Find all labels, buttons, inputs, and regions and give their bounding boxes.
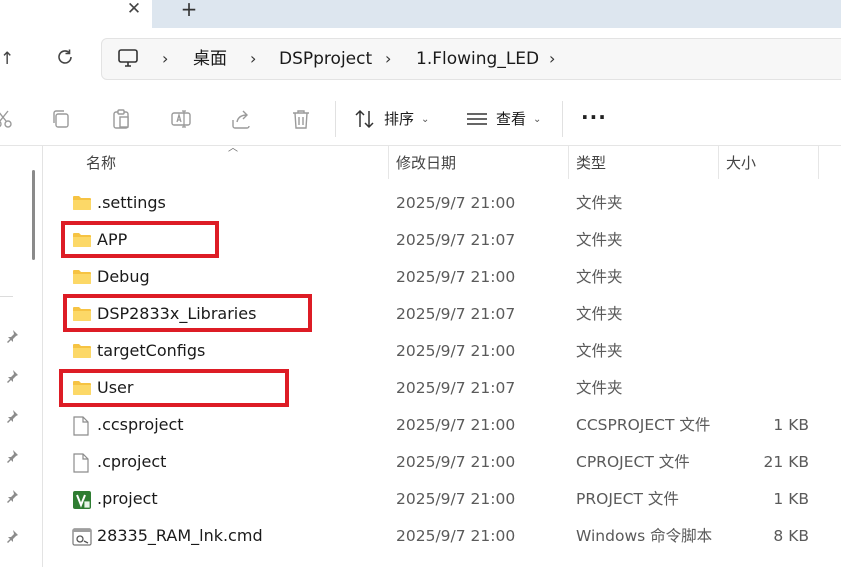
- file-modified: 2025/9/7 21:07: [396, 231, 516, 249]
- folder-icon: [72, 194, 92, 214]
- delete-icon[interactable]: [290, 108, 312, 130]
- eclipse-project-icon: [72, 490, 92, 510]
- file-modified: 2025/9/7 21:00: [396, 416, 516, 434]
- column-resize-handle[interactable]: [718, 146, 719, 179]
- share-icon[interactable]: [230, 108, 252, 130]
- file-type: Windows 命令脚本: [576, 527, 713, 545]
- file-row[interactable]: .settings 2025/9/7 21:00 文件夹: [44, 185, 841, 222]
- file-size: 1 KB: [773, 490, 809, 508]
- refresh-icon[interactable]: [54, 47, 76, 69]
- file-row[interactable]: Debug 2025/9/7 21:00 文件夹: [44, 259, 841, 296]
- file-modified: 2025/9/7 21:00: [396, 453, 516, 471]
- file-row[interactable]: .cproject 2025/9/7 21:00 CPROJECT 文件 21 …: [44, 444, 841, 481]
- view-icon[interactable]: [466, 108, 488, 130]
- file-type: 文件夹: [576, 342, 623, 360]
- column-header-size[interactable]: 大小: [726, 153, 756, 173]
- view-button[interactable]: 查看: [496, 109, 526, 129]
- file-name[interactable]: .project: [97, 489, 158, 509]
- file-name[interactable]: Debug: [97, 267, 150, 287]
- breadcrumb-flowing-led[interactable]: 1.Flowing_LED: [416, 48, 539, 70]
- highlight-box-libraries: [63, 294, 312, 332]
- file-modified: 2025/9/7 21:00: [396, 527, 516, 545]
- pin-icon[interactable]: [5, 528, 19, 543]
- cut-icon[interactable]: [0, 108, 14, 130]
- file-modified: 2025/9/7 21:00: [396, 268, 516, 286]
- file-modified: 2025/9/7 21:07: [396, 379, 516, 397]
- file-name[interactable]: targetConfigs: [97, 341, 205, 361]
- file-row[interactable]: .project 2025/9/7 21:00 PROJECT 文件 1 KB: [44, 481, 841, 518]
- tab-strip: ✕ +: [0, 0, 841, 28]
- command-separator: [562, 101, 563, 137]
- file-type: 文件夹: [576, 305, 623, 323]
- pin-icon[interactable]: [5, 328, 19, 343]
- folder-icon: [72, 268, 92, 288]
- sort-ascending-icon: ︿: [228, 143, 238, 154]
- divider: [0, 296, 13, 297]
- file-size: 1 KB: [773, 416, 809, 434]
- breadcrumb-desktop[interactable]: 桌面: [193, 48, 227, 70]
- column-header-type[interactable]: 类型: [576, 153, 606, 173]
- new-tab-button[interactable]: +: [178, 0, 200, 21]
- breadcrumb-chevron-icon[interactable]: ›: [250, 48, 256, 70]
- file-modified: 2025/9/7 21:07: [396, 305, 516, 323]
- pin-icon[interactable]: [5, 488, 19, 503]
- chevron-down-icon[interactable]: ⌄: [533, 110, 541, 130]
- file-row[interactable]: .ccsproject 2025/9/7 21:00 CCSPROJECT 文件…: [44, 407, 841, 444]
- file-name[interactable]: .cproject: [97, 452, 166, 472]
- pin-icon[interactable]: [5, 408, 19, 423]
- breadcrumb-chevron-icon[interactable]: ›: [549, 48, 555, 70]
- file-name[interactable]: .settings: [97, 193, 166, 213]
- file-type: 文件夹: [576, 231, 623, 249]
- chevron-down-icon[interactable]: ⌄: [421, 110, 429, 130]
- highlight-box-user: [59, 369, 289, 407]
- command-separator: [335, 101, 336, 137]
- sort-icon[interactable]: [354, 108, 376, 130]
- breadcrumb-dspproject[interactable]: DSPproject: [279, 48, 372, 70]
- highlight-box-app: [61, 221, 219, 258]
- this-pc-icon[interactable]: [117, 47, 139, 73]
- file-size: 8 KB: [773, 527, 809, 545]
- divider: [0, 145, 841, 146]
- file-name[interactable]: 28335_RAM_lnk.cmd: [97, 526, 263, 546]
- column-header-name[interactable]: 名称: [86, 153, 116, 173]
- nav-scrollbar-thumb[interactable]: [32, 170, 35, 260]
- rename-icon[interactable]: [170, 108, 192, 130]
- column-header-modified[interactable]: 修改日期: [396, 153, 456, 173]
- file-modified: 2025/9/7 21:00: [396, 194, 516, 212]
- file-name[interactable]: .ccsproject: [97, 415, 184, 435]
- file-row[interactable]: 28335_RAM_lnk.cmd 2025/9/7 21:00 Windows…: [44, 518, 841, 555]
- file-type: 文件夹: [576, 194, 623, 212]
- more-options-button[interactable]: ···: [581, 107, 607, 127]
- cmd-script-icon: [72, 527, 92, 547]
- up-arrow-icon[interactable]: ↑: [0, 48, 14, 70]
- file-size: 21 KB: [763, 453, 809, 471]
- pin-icon[interactable]: [5, 448, 19, 463]
- file-type: CPROJECT 文件: [576, 453, 690, 471]
- file-type: CCSPROJECT 文件: [576, 416, 711, 434]
- close-tab-icon[interactable]: ✕: [124, 0, 144, 20]
- file-type: PROJECT 文件: [576, 490, 679, 508]
- file-type: 文件夹: [576, 379, 623, 397]
- file-modified: 2025/9/7 21:00: [396, 342, 516, 360]
- folder-icon: [72, 342, 92, 362]
- breadcrumb-chevron-icon[interactable]: ›: [162, 48, 168, 70]
- copy-icon[interactable]: [50, 108, 72, 130]
- file-icon: [72, 416, 92, 436]
- breadcrumb-chevron-icon[interactable]: ›: [385, 48, 391, 70]
- column-resize-handle[interactable]: [388, 146, 389, 179]
- sort-button[interactable]: 排序: [384, 109, 414, 129]
- tab-1-flowing-led[interactable]: ✕: [0, 0, 152, 28]
- paste-icon[interactable]: [110, 108, 132, 130]
- file-modified: 2025/9/7 21:00: [396, 490, 516, 508]
- pin-icon[interactable]: [5, 368, 19, 383]
- file-icon: [72, 453, 92, 473]
- column-resize-handle[interactable]: [818, 146, 819, 179]
- file-row[interactable]: targetConfigs 2025/9/7 21:00 文件夹: [44, 333, 841, 370]
- column-resize-handle[interactable]: [568, 146, 569, 179]
- pane-divider[interactable]: [42, 146, 43, 567]
- file-type: 文件夹: [576, 268, 623, 286]
